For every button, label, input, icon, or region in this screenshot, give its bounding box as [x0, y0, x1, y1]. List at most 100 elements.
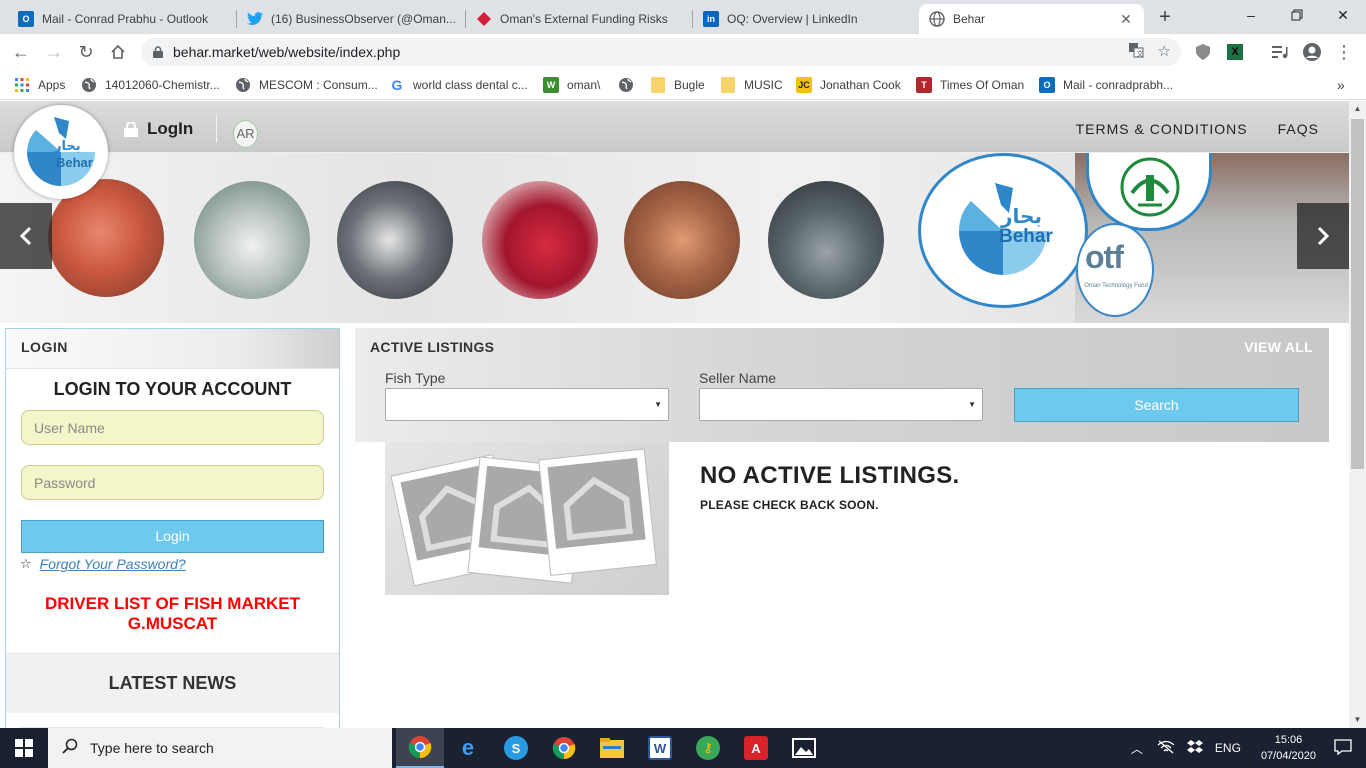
bookmark-label: oman\ — [567, 78, 601, 92]
browser-menu-icon[interactable]: ⋮ — [1332, 40, 1356, 64]
tab-outlook-mail[interactable]: O Mail - Conrad Prabhu - Outlook — [8, 4, 236, 34]
clock[interactable]: 15:06 07/04/2020 — [1261, 732, 1316, 764]
otf-logo-text: otf — [1085, 239, 1124, 275]
windows-taskbar: Type here to search e S W ⚷ A ︿ ENG 15:0… — [0, 728, 1366, 768]
chevron-down-icon: ▼ — [654, 400, 662, 409]
tab-twitter[interactable]: (16) BusinessObserver (@Oman... — [237, 4, 465, 34]
back-arrow-icon[interactable]: ← — [9, 40, 33, 64]
taskbar-chrome-secondary-icon[interactable] — [540, 728, 588, 768]
bookmark-jonathan-cook[interactable]: JC Jonathan Cook — [796, 76, 901, 94]
close-tab-icon[interactable]: ✕ — [1118, 11, 1134, 28]
scroll-up-arrow-icon[interactable]: ▲ — [1349, 101, 1366, 117]
notifications-icon[interactable] — [1334, 738, 1352, 758]
language-toggle-button[interactable]: AR — [233, 120, 258, 148]
reload-icon[interactable]: ↻ — [74, 40, 98, 64]
forgot-password-link[interactable]: Forgot Your Password? — [40, 556, 186, 572]
address-bar[interactable]: behar.market/web/website/index.php 文 ☆ — [141, 38, 1181, 66]
otf-subtitle: Oman Technology Fund — [1084, 283, 1148, 289]
maximize-button[interactable] — [1274, 0, 1320, 30]
acrobat-icon: A — [744, 736, 768, 760]
taskbar-photos-icon[interactable] — [780, 728, 828, 768]
taskbar-acrobat-icon[interactable]: A — [732, 728, 780, 768]
bookmark-star-icon[interactable]: ☆ — [1158, 42, 1171, 62]
search-icon — [62, 738, 78, 758]
dropbox-icon[interactable] — [1186, 739, 1203, 757]
password-input[interactable]: Password — [21, 465, 324, 500]
bookmark-label: MUSIC — [744, 78, 783, 92]
banner-image-tuna — [337, 181, 453, 299]
nav-faqs-link[interactable]: FAQS — [1278, 121, 1319, 137]
outlook-icon: O — [1039, 77, 1055, 93]
nav-terms-link[interactable]: TERMS & CONDITIONS — [1076, 121, 1248, 137]
clock-time: 15:06 — [1274, 734, 1303, 746]
media-control-icon[interactable] — [1268, 40, 1292, 64]
taskbar-edge-icon[interactable]: e — [444, 728, 492, 768]
login-button[interactable]: Login — [21, 520, 324, 553]
profile-avatar-icon[interactable] — [1300, 40, 1324, 64]
close-window-button[interactable]: ✕ — [1320, 0, 1366, 30]
extension-shield-icon[interactable] — [1191, 40, 1215, 64]
fish-type-select[interactable]: ▼ — [385, 388, 669, 421]
bookmark-mescom[interactable]: MESCOM : Consum... — [235, 76, 378, 94]
jc-icon: JC — [796, 77, 812, 93]
behar-logo[interactable]: بحار Behar — [14, 105, 108, 199]
active-listings-panel: ACTIVE LISTINGS VIEW ALL Fish Type ▼ Sel… — [355, 328, 1329, 442]
taskbar-search-box[interactable]: Type here to search — [48, 728, 392, 768]
scroll-down-arrow-icon[interactable]: ▼ — [1349, 712, 1366, 728]
chevron-up-icon[interactable]: ︿ — [1131, 740, 1143, 757]
star-icon: ☆ — [20, 556, 32, 571]
browser-tab-strip: O Mail - Conrad Prabhu - Outlook (16) Bu… — [0, 0, 1366, 34]
bookmark-label: Jonathan Cook — [820, 78, 901, 92]
extension-excel-icon[interactable]: X — [1223, 40, 1247, 64]
header-login-link[interactable]: LogIn — [124, 119, 193, 139]
search-button[interactable]: Search — [1014, 388, 1299, 422]
bookmark-label: Times Of Oman — [940, 78, 1025, 92]
driver-list-line1: DRIVER LIST OF FISH MARKET — [45, 594, 300, 613]
bookmark-oman[interactable]: W oman\ — [543, 76, 600, 94]
padlock-icon — [124, 121, 138, 137]
page-scrollbar[interactable]: ▲ ▼ — [1349, 101, 1366, 728]
globe-icon — [235, 77, 251, 93]
tab-linkedin[interactable]: in OQ: Overview | LinkedIn — [693, 4, 919, 34]
taskbar-chrome-icon[interactable] — [396, 728, 444, 768]
bookmark-bugle[interactable]: Bugle — [650, 76, 705, 94]
scrollbar-thumb[interactable] — [1351, 119, 1364, 469]
translate-icon[interactable]: 文 — [1128, 42, 1144, 62]
carousel-prev-button[interactable] — [0, 203, 52, 269]
seller-name-select[interactable]: ▼ — [699, 388, 983, 421]
bookmark-label: Apps — [38, 78, 66, 92]
driver-list-link[interactable]: DRIVER LIST OF FISH MARKET G.MUSCAT — [6, 594, 339, 634]
latest-news-header: LATEST NEWS — [6, 653, 339, 713]
tab-oman-funding[interactable]: Oman's External Funding Risks — [466, 4, 692, 34]
driver-list-line2: G.MUSCAT — [127, 614, 218, 633]
bookmark-chemistry[interactable]: 14012060-Chemistr... — [81, 76, 220, 94]
username-input[interactable]: User Name — [21, 410, 324, 445]
bookmark-mail[interactable]: O Mail - conradprabh... — [1039, 76, 1173, 94]
network-icon[interactable] — [1157, 740, 1175, 757]
tab-behar[interactable]: Behar ✕ — [919, 4, 1144, 34]
taskbar-skype-icon[interactable]: S — [492, 728, 540, 768]
logo-text: Behar — [56, 155, 93, 170]
taskbar-keepass-icon[interactable]: ⚷ — [684, 728, 732, 768]
bookmark-apps[interactable]: Apps — [14, 76, 65, 94]
view-all-link[interactable]: VIEW ALL — [1244, 339, 1313, 355]
home-icon[interactable] — [106, 40, 130, 64]
login-panel-header: LOGIN — [6, 329, 339, 369]
bookmark-unnamed[interactable] — [618, 76, 642, 94]
input-language[interactable]: ENG — [1215, 741, 1241, 755]
taskbar-word-icon[interactable]: W — [636, 728, 684, 768]
minimize-button[interactable]: – — [1228, 0, 1274, 30]
forward-arrow-icon[interactable]: → — [42, 40, 66, 64]
carousel-next-button[interactable] — [1297, 203, 1349, 269]
linkedin-icon: in — [703, 11, 719, 27]
more-bookmarks-button[interactable]: » — [1337, 76, 1345, 94]
windows-start-button[interactable] — [0, 728, 48, 768]
skype-icon: S — [504, 736, 528, 760]
svg-text:文: 文 — [1136, 49, 1143, 58]
bookmark-music[interactable]: MUSIC — [720, 76, 783, 94]
bookmark-dental[interactable]: G world class dental c... — [389, 76, 528, 94]
bookmark-times-of-oman[interactable]: T Times Of Oman — [916, 76, 1024, 94]
site-header: LogIn AR TERMS & CONDITIONS FAQS — [0, 101, 1349, 153]
taskbar-file-explorer-icon[interactable] — [588, 728, 636, 768]
new-tab-button[interactable]: + — [1153, 4, 1177, 30]
